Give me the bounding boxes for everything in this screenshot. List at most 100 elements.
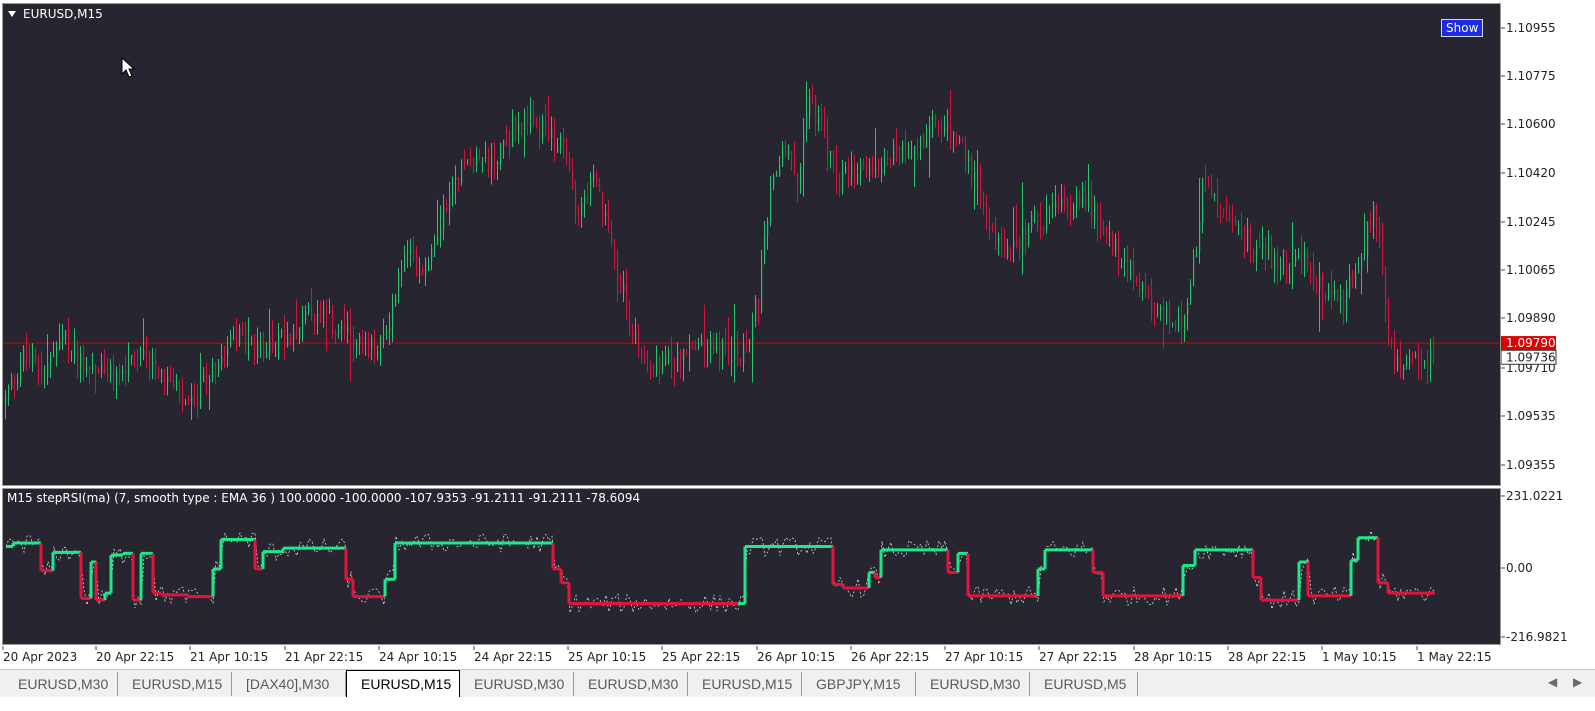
candle [632, 323, 634, 345]
chart-tab[interactable]: EURUSD,M30 [574, 672, 688, 696]
candle [572, 157, 574, 190]
candle [992, 222, 994, 233]
time-tick-label: 26 Apr 22:15 [851, 650, 929, 664]
candle [725, 327, 727, 356]
price-chart-pane[interactable]: EURUSD,M15 Show [2, 3, 1501, 486]
candle [596, 170, 598, 188]
candle [515, 115, 517, 142]
scroll-right-icon[interactable]: ▶ [1573, 675, 1582, 689]
time-tick-label: 27 Apr 22:15 [1039, 650, 1117, 664]
candle [869, 158, 871, 182]
candle [1178, 306, 1180, 333]
candle [1166, 301, 1168, 325]
time-tick-label: 21 Apr 22:15 [285, 650, 363, 664]
candle [905, 129, 907, 164]
candle [1058, 194, 1060, 214]
candle [1028, 222, 1030, 248]
candle [134, 350, 136, 368]
chart-tab[interactable]: [DAX40],M30 [232, 672, 346, 696]
candle [257, 327, 259, 364]
candle [1112, 230, 1114, 256]
chart-tab[interactable]: EURUSD,M30 [4, 672, 118, 696]
candle [233, 326, 235, 341]
candle [959, 135, 961, 145]
candle [806, 81, 808, 143]
candle [1118, 230, 1120, 277]
chart-tab[interactable]: EURUSD,M15 [346, 670, 460, 697]
candle [167, 366, 169, 396]
candle [1313, 252, 1315, 292]
candle [536, 117, 538, 129]
price-chart-canvas[interactable] [3, 4, 1500, 485]
candle [380, 334, 382, 366]
candle [179, 380, 181, 404]
candle [65, 329, 67, 345]
chart-tab[interactable]: EURUSD,M15 [118, 672, 232, 696]
candle [62, 323, 64, 350]
candle [1067, 196, 1069, 220]
candle [242, 321, 244, 337]
candle [95, 363, 97, 393]
candle [1301, 235, 1303, 274]
candle [866, 155, 868, 179]
price-tick-label: 1.10775 [1506, 69, 1556, 83]
collapse-triangle-icon[interactable] [8, 11, 16, 17]
candle [920, 135, 922, 161]
candle [1247, 218, 1249, 253]
symbol-label: EURUSD,M15 [23, 7, 103, 21]
price-axis[interactable]: 1.10955 1.10775 1.10600 1.10420 1.10245 1.100… [1501, 3, 1595, 645]
time-tick-label: 20 Apr 22:15 [96, 650, 174, 664]
chart-tab[interactable]: EURUSD,M5 [1030, 672, 1138, 696]
indicator-canvas[interactable] [3, 489, 1500, 644]
candle [1148, 285, 1150, 300]
candle [518, 112, 520, 144]
candle [215, 362, 217, 385]
candle [680, 348, 682, 379]
candle [890, 158, 892, 169]
candle [419, 257, 421, 284]
chart-tab[interactable]: GBPJPY,M15 [802, 672, 916, 696]
candle [1004, 228, 1006, 259]
candle [1415, 351, 1417, 359]
show-button[interactable]: Show [1441, 19, 1484, 37]
candle [227, 336, 229, 368]
chart-tab[interactable]: EURUSD,M30 [460, 672, 574, 696]
candle [650, 360, 652, 380]
candle [893, 138, 895, 166]
candle [728, 317, 730, 366]
candle [584, 189, 586, 218]
scroll-left-icon[interactable]: ◀ [1548, 675, 1557, 689]
candle [473, 157, 475, 174]
candle [299, 327, 301, 345]
candle [602, 191, 604, 227]
time-axis[interactable]: 20 Apr 2023 20 Apr 22:15 21 Apr 10:15 21 Ap… [0, 646, 1595, 668]
candle [863, 158, 865, 170]
candle [1145, 272, 1147, 298]
candle [17, 373, 19, 391]
candle [914, 145, 916, 188]
candle [836, 145, 838, 195]
price-tick-label: 1.09890 [1506, 311, 1556, 325]
candle [218, 358, 220, 378]
candle [80, 346, 82, 383]
indicator-pane[interactable]: M15 stepRSI(ma) (7, smooth type : EMA 36… [2, 488, 1501, 645]
candle [1406, 354, 1408, 370]
candle [1262, 226, 1264, 260]
candle [1307, 247, 1309, 272]
chart-tab[interactable]: EURUSD,M15 [688, 672, 802, 696]
candle [1223, 208, 1225, 218]
candle [722, 338, 724, 370]
candle [1205, 164, 1207, 192]
candle [848, 157, 850, 188]
candle [551, 116, 553, 152]
time-tick-label: 24 Apr 10:15 [379, 650, 457, 664]
candle [245, 321, 247, 354]
candle [1181, 300, 1183, 345]
candle [605, 204, 607, 226]
candle [644, 345, 646, 364]
candle [362, 329, 364, 355]
candle [896, 128, 898, 163]
candle [383, 318, 385, 349]
candle [962, 136, 964, 144]
chart-tab[interactable]: EURUSD,M30 [916, 672, 1030, 696]
